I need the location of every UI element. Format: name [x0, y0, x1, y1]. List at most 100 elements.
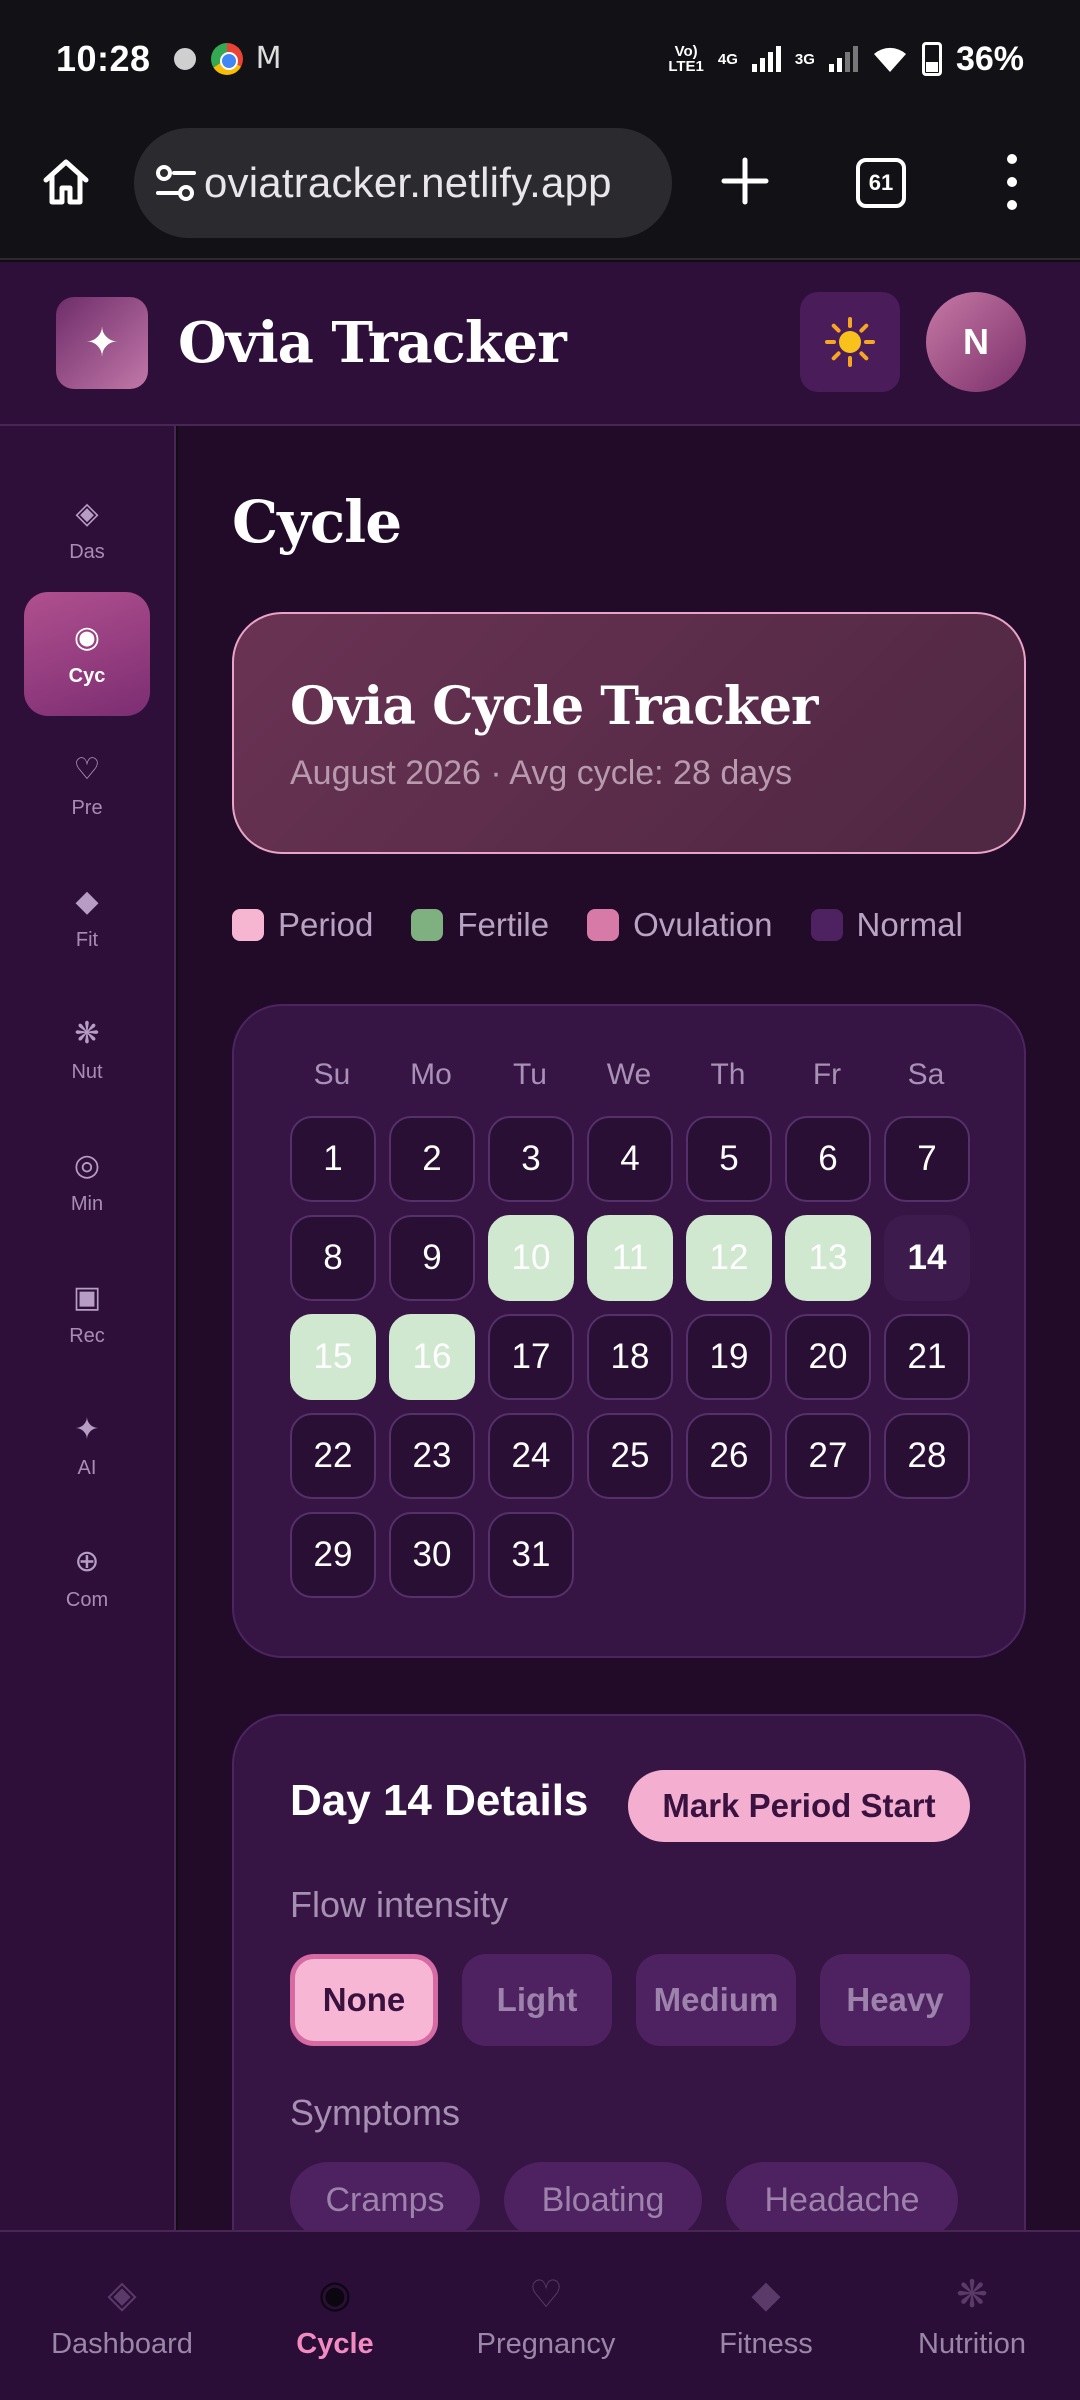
asterisk-icon: ❋ [74, 1015, 100, 1051]
browser-menu-icon[interactable] [1000, 154, 1024, 210]
calendar-day[interactable]: 28 [884, 1413, 970, 1499]
calendar-day[interactable]: 23 [389, 1413, 475, 1499]
url-text: oviatracker.netlify.app [204, 159, 612, 206]
flow-light-button[interactable]: Light [462, 1954, 612, 2046]
asterisk-icon: ❋ [956, 2271, 988, 2316]
calendar-day[interactable]: 5 [686, 1116, 772, 1202]
sidebar-item-label: Rec [69, 1324, 105, 1347]
legend-swatch [411, 909, 444, 941]
diamond-icon: ◆ [751, 2271, 781, 2316]
nav-cycle[interactable]: ◉ Cycle [270, 2232, 400, 2400]
flow-heavy-button[interactable]: Heavy [820, 1954, 970, 2046]
mark-period-start-button[interactable]: Mark Period Start [628, 1770, 970, 1842]
symptom-bloating-chip[interactable]: Bloating [504, 2162, 702, 2230]
wifi-icon [873, 47, 906, 72]
calendar-day[interactable]: 9 [389, 1215, 475, 1301]
calendar-day[interactable]: 6 [785, 1116, 871, 1202]
calendar-day[interactable]: 4 [587, 1116, 673, 1202]
sidebar-item-label: Min [70, 1192, 104, 1215]
calendar-day[interactable]: 10 [488, 1215, 574, 1301]
chrome-notification-icon [210, 43, 243, 75]
calendar-day[interactable]: 25 [587, 1413, 673, 1499]
calendar-day[interactable]: 7 [884, 1116, 970, 1202]
calendar-day[interactable]: 17 [488, 1314, 574, 1400]
sidebar-item-label: Cyc [68, 664, 106, 687]
tab-count: 61 [868, 170, 894, 195]
calendar-day[interactable]: 15 [290, 1314, 376, 1400]
calendar-day[interactable]: 22 [290, 1413, 376, 1499]
network-3g-label: 3G [794, 50, 815, 68]
flow-medium-button[interactable]: Medium [636, 1954, 796, 2046]
browser-toolbar: oviatracker.netlify.app 61 [0, 118, 1080, 260]
calendar-day[interactable]: 26 [686, 1413, 772, 1499]
sidebar-item-fitness[interactable]: ◆ Fit [24, 856, 150, 980]
app-header: ✦ Ovia Tracker N [0, 262, 1080, 426]
symptom-headache-chip[interactable]: Headache [726, 2162, 958, 2230]
calendar-day[interactable]: 8 [290, 1215, 376, 1301]
sidebar-item-dashboard[interactable]: ◈ Das [24, 468, 150, 592]
calendar-day[interactable]: 21 [884, 1314, 970, 1400]
nav-fitness[interactable]: ◆ Fitness [696, 2232, 836, 2400]
nav-label: Cycle [296, 2327, 374, 2360]
calendar-day[interactable]: 12 [686, 1215, 772, 1301]
legend-period: Period [232, 906, 373, 944]
calendar-day[interactable]: 24 [488, 1413, 574, 1499]
sidebar-item-cycle[interactable]: ◉ Cyc [24, 592, 150, 716]
details-title: Day 14 Details [290, 1776, 589, 1825]
calendar-day[interactable]: 1 [290, 1116, 376, 1202]
calendar-day[interactable]: 20 [785, 1314, 871, 1400]
calendar-day[interactable]: 16 [389, 1314, 475, 1400]
target-icon: ◎ [73, 1147, 101, 1183]
home-icon[interactable] [40, 156, 92, 208]
sidebar-item-label: Nut [71, 1060, 103, 1083]
cycle-icon: ◉ [73, 619, 101, 655]
new-tab-icon[interactable] [718, 154, 772, 208]
site-settings-icon[interactable] [154, 163, 198, 203]
tab-switcher-button[interactable]: 61 [856, 158, 906, 208]
theme-toggle-button[interactable] [800, 292, 900, 392]
symptom-cramps-chip[interactable]: Cramps [290, 2162, 480, 2230]
sidebar: ◈ Das ◉ Cyc ♡ Pre ◆ Fit ❋ Nut ◎ Min ▣ Re… [0, 426, 176, 2230]
sidebar-item-ai[interactable]: ✦ AI [24, 1384, 150, 1508]
status-bar: 10:28 M Vo) LTE1 4G 3G 36% [0, 0, 1080, 118]
calendar-day[interactable]: 3 [488, 1116, 574, 1202]
calendar-day[interactable]: 29 [290, 1512, 376, 1598]
nav-nutrition[interactable]: ❋ Nutrition [900, 2232, 1044, 2400]
dashboard-icon: ◈ [75, 495, 99, 531]
flow-none-button[interactable]: None [290, 1954, 438, 2046]
notification-icons: M [168, 43, 285, 75]
sidebar-item-pregnancy[interactable]: ♡ Pre [24, 724, 150, 848]
calendar-day[interactable]: 13 [785, 1215, 871, 1301]
sidebar-item-records[interactable]: ▣ Rec [24, 1252, 150, 1376]
calendar-day[interactable]: 31 [488, 1512, 574, 1598]
main-content: Cycle Ovia Cycle Tracker August 2026 · A… [178, 426, 1080, 2230]
sidebar-item-mindfulness[interactable]: ◎ Min [24, 1120, 150, 1244]
sidebar-item-label: Com [65, 1588, 109, 1611]
calendar-day-today[interactable]: 14 [884, 1215, 970, 1301]
square-icon: ▣ [72, 1279, 102, 1315]
signal-2-icon [828, 46, 858, 72]
sun-icon [825, 317, 875, 367]
nav-label: Nutrition [918, 2327, 1026, 2360]
user-avatar[interactable]: N [926, 292, 1026, 392]
calendar-day[interactable]: 19 [686, 1314, 772, 1400]
sidebar-item-community[interactable]: ⊕ Com [24, 1516, 150, 1640]
nav-pregnancy[interactable]: ♡ Pregnancy [466, 2232, 626, 2400]
weekday-label: Th [710, 1058, 746, 1091]
sidebar-item-label: Das [69, 540, 105, 563]
calendar-day[interactable]: 18 [587, 1314, 673, 1400]
calendar-day[interactable]: 27 [785, 1413, 871, 1499]
calendar-day[interactable]: 30 [389, 1512, 475, 1598]
legend-swatch [232, 909, 264, 941]
page-title: Cycle [232, 488, 402, 556]
calendar-day[interactable]: 11 [587, 1215, 673, 1301]
app-logo-icon: ✦ [56, 297, 148, 389]
nav-dashboard[interactable]: ◈ Dashboard [40, 2232, 204, 2400]
dashboard-icon: ◈ [107, 2271, 137, 2316]
legend-ovulation: Ovulation [587, 906, 773, 944]
calendar-day[interactable]: 2 [389, 1116, 475, 1202]
sidebar-item-nutrition[interactable]: ❋ Nut [24, 988, 150, 1112]
calendar-legend: Period Fertile Ovulation Normal [232, 906, 1052, 944]
address-bar[interactable]: oviatracker.netlify.app [134, 128, 672, 238]
diamond-icon: ◆ [75, 883, 99, 919]
